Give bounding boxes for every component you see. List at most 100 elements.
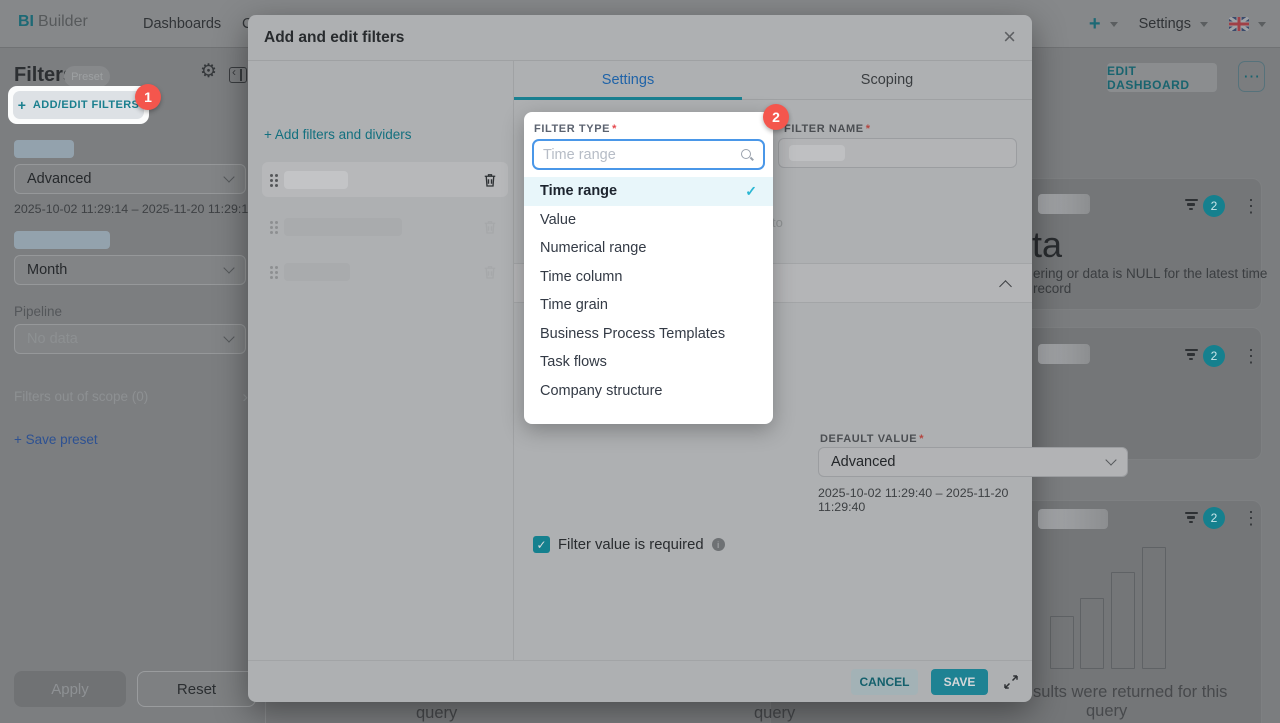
- no-data-text-fragment: ta: [1032, 224, 1062, 266]
- collapse-panel-icon[interactable]: [229, 67, 247, 83]
- required-asterisk: *: [919, 433, 924, 445]
- required-asterisk: *: [612, 123, 617, 135]
- logo-secondary: Builder: [38, 13, 88, 30]
- app-root: BIBuilder Dashboards C + Settings Filter…: [0, 0, 1280, 723]
- modal-header: Add and edit filters ×: [248, 15, 1032, 61]
- redacted-item-label: [284, 171, 348, 189]
- modal-footer: CANCEL SAVE: [248, 660, 1032, 702]
- filter-list-item[interactable]: [262, 212, 508, 242]
- tab-scoping[interactable]: Scoping: [742, 61, 1032, 99]
- filter-funnel-icon[interactable]: [1184, 349, 1198, 362]
- filters-out-of-scope-label: Filters out of scope (0): [14, 389, 148, 404]
- filters-out-of-scope-row[interactable]: Filters out of scope (0) ›: [14, 389, 246, 404]
- trash-icon[interactable]: [481, 218, 499, 236]
- chevron-down-icon: [223, 331, 234, 342]
- no-results-fragment-bottom: query: [754, 704, 795, 723]
- value-required-row[interactable]: ✓ Filter value is required i: [533, 536, 725, 553]
- app-logo[interactable]: BIBuilder: [18, 13, 88, 31]
- apply-button[interactable]: Apply: [14, 671, 126, 707]
- sidebar-month-select[interactable]: Month: [14, 255, 246, 285]
- redacted-card-title: [1038, 344, 1090, 364]
- redacted-card-title: [1038, 509, 1108, 529]
- card-kebab-icon[interactable]: ⋮: [1242, 509, 1260, 527]
- option-time-range[interactable]: Time range ✓: [524, 177, 773, 206]
- plus-icon: +: [18, 97, 26, 113]
- no-data-subtitle-fragment: ering or data is NULL for the latest tim…: [1033, 266, 1280, 296]
- edit-dashboard-button[interactable]: EDIT DASHBOARD: [1107, 63, 1217, 92]
- card-kebab-icon[interactable]: ⋮: [1242, 197, 1260, 215]
- add-edit-filters-button[interactable]: + ADD/EDIT FILTERS: [13, 91, 144, 119]
- add-filters-and-dividers-link[interactable]: + Add filters and dividers: [264, 127, 411, 142]
- filter-type-label: FILTER TYPE*: [534, 123, 617, 135]
- redacted-card-title: [1038, 194, 1090, 214]
- trash-icon[interactable]: [481, 171, 499, 189]
- gear-icon[interactable]: ⚙: [200, 62, 217, 81]
- logo-primary: BI: [18, 13, 34, 30]
- cancel-button[interactable]: CANCEL: [851, 669, 918, 695]
- selected-value: Advanced: [831, 454, 896, 470]
- reset-button[interactable]: Reset: [137, 671, 256, 707]
- expand-fullscreen-icon[interactable]: [1002, 673, 1020, 691]
- search-icon: [740, 148, 754, 162]
- drag-handle-icon[interactable]: [270, 266, 273, 269]
- close-icon[interactable]: ×: [1003, 24, 1016, 50]
- filter-count-badge: 2: [1203, 345, 1225, 367]
- modal-title: Add and edit filters: [264, 29, 404, 47]
- filter-name-input[interactable]: [778, 138, 1017, 168]
- save-button[interactable]: SAVE: [931, 669, 988, 695]
- drag-handle-icon[interactable]: [270, 221, 273, 224]
- option-company-structure[interactable]: Company structure: [524, 377, 773, 406]
- placeholder-bar: [1080, 598, 1104, 669]
- info-icon[interactable]: i: [712, 538, 725, 551]
- no-results-fragment-line1: sults were returned for this: [1033, 683, 1227, 702]
- chevron-down-icon: [1105, 454, 1116, 465]
- option-value[interactable]: Value: [524, 206, 773, 235]
- settings-menu[interactable]: Settings: [1139, 16, 1191, 32]
- checkbox-checked[interactable]: ✓: [533, 536, 550, 553]
- language-flag-icon[interactable]: [1229, 17, 1249, 31]
- check-icon: ✓: [745, 183, 757, 200]
- to-text-fragment: to: [772, 215, 783, 230]
- filter-count-badge: 2: [1203, 507, 1225, 529]
- nav-right-cluster: + Settings: [1089, 0, 1266, 48]
- filter-type-options: Time range ✓ Value Numerical range Time …: [524, 177, 773, 405]
- selected-value: Advanced: [27, 171, 92, 187]
- filter-list-item[interactable]: [262, 257, 508, 287]
- dashboard-menu-button[interactable]: ⋯: [1238, 61, 1265, 92]
- pipeline-label: Pipeline: [14, 304, 62, 319]
- no-results-fragment-bottom: query: [416, 704, 457, 723]
- chevron-down-icon: [223, 262, 234, 273]
- selected-value: Month: [27, 262, 67, 278]
- filter-type-search-box: [532, 139, 765, 170]
- filter-type-popover: FILTER TYPE* Time range ✓ Value Numerica…: [524, 112, 773, 424]
- save-preset-link[interactable]: + Save preset: [14, 432, 98, 447]
- option-business-process-templates[interactable]: Business Process Templates: [524, 320, 773, 349]
- trash-icon[interactable]: [481, 263, 499, 281]
- option-numerical-range[interactable]: Numerical range: [524, 234, 773, 263]
- tab-settings[interactable]: Settings: [514, 61, 742, 99]
- chevron-up-icon: [999, 280, 1012, 293]
- filter-funnel-icon[interactable]: [1184, 512, 1198, 525]
- option-time-column[interactable]: Time column: [524, 263, 773, 292]
- card-kebab-icon[interactable]: ⋮: [1242, 347, 1260, 365]
- filter-name-label: FILTER NAME*: [784, 123, 871, 135]
- pipeline-select[interactable]: No data: [14, 324, 246, 354]
- placeholder-bar: [1142, 547, 1166, 669]
- no-results-fragment-line2: query: [1086, 702, 1127, 721]
- tour-step-badge-2: 2: [763, 104, 789, 130]
- sidebar-date-range: 2025-10-02 11:29:14 – 2025-11-20 11:29:1…: [14, 202, 255, 216]
- redacted-item-label: [284, 218, 402, 236]
- sidebar-advanced-select[interactable]: Advanced: [14, 164, 246, 194]
- filters-sidebar: Filters Preset ⚙ Advanced 2025-10-02 11:…: [0, 48, 266, 723]
- nav-item-dashboards[interactable]: Dashboards: [143, 16, 221, 32]
- drag-handle-icon[interactable]: [270, 174, 273, 177]
- filter-list-item-selected[interactable]: [262, 162, 508, 197]
- option-task-flows[interactable]: Task flows: [524, 348, 773, 377]
- filter-type-search-input[interactable]: [543, 147, 740, 163]
- default-value-select[interactable]: Advanced: [818, 447, 1128, 477]
- caret-down-icon: [1258, 22, 1266, 27]
- add-menu-button[interactable]: +: [1089, 13, 1101, 36]
- option-time-grain[interactable]: Time grain: [524, 291, 773, 320]
- filter-funnel-icon[interactable]: [1184, 199, 1198, 212]
- add-edit-filters-label: ADD/EDIT FILTERS: [33, 99, 139, 111]
